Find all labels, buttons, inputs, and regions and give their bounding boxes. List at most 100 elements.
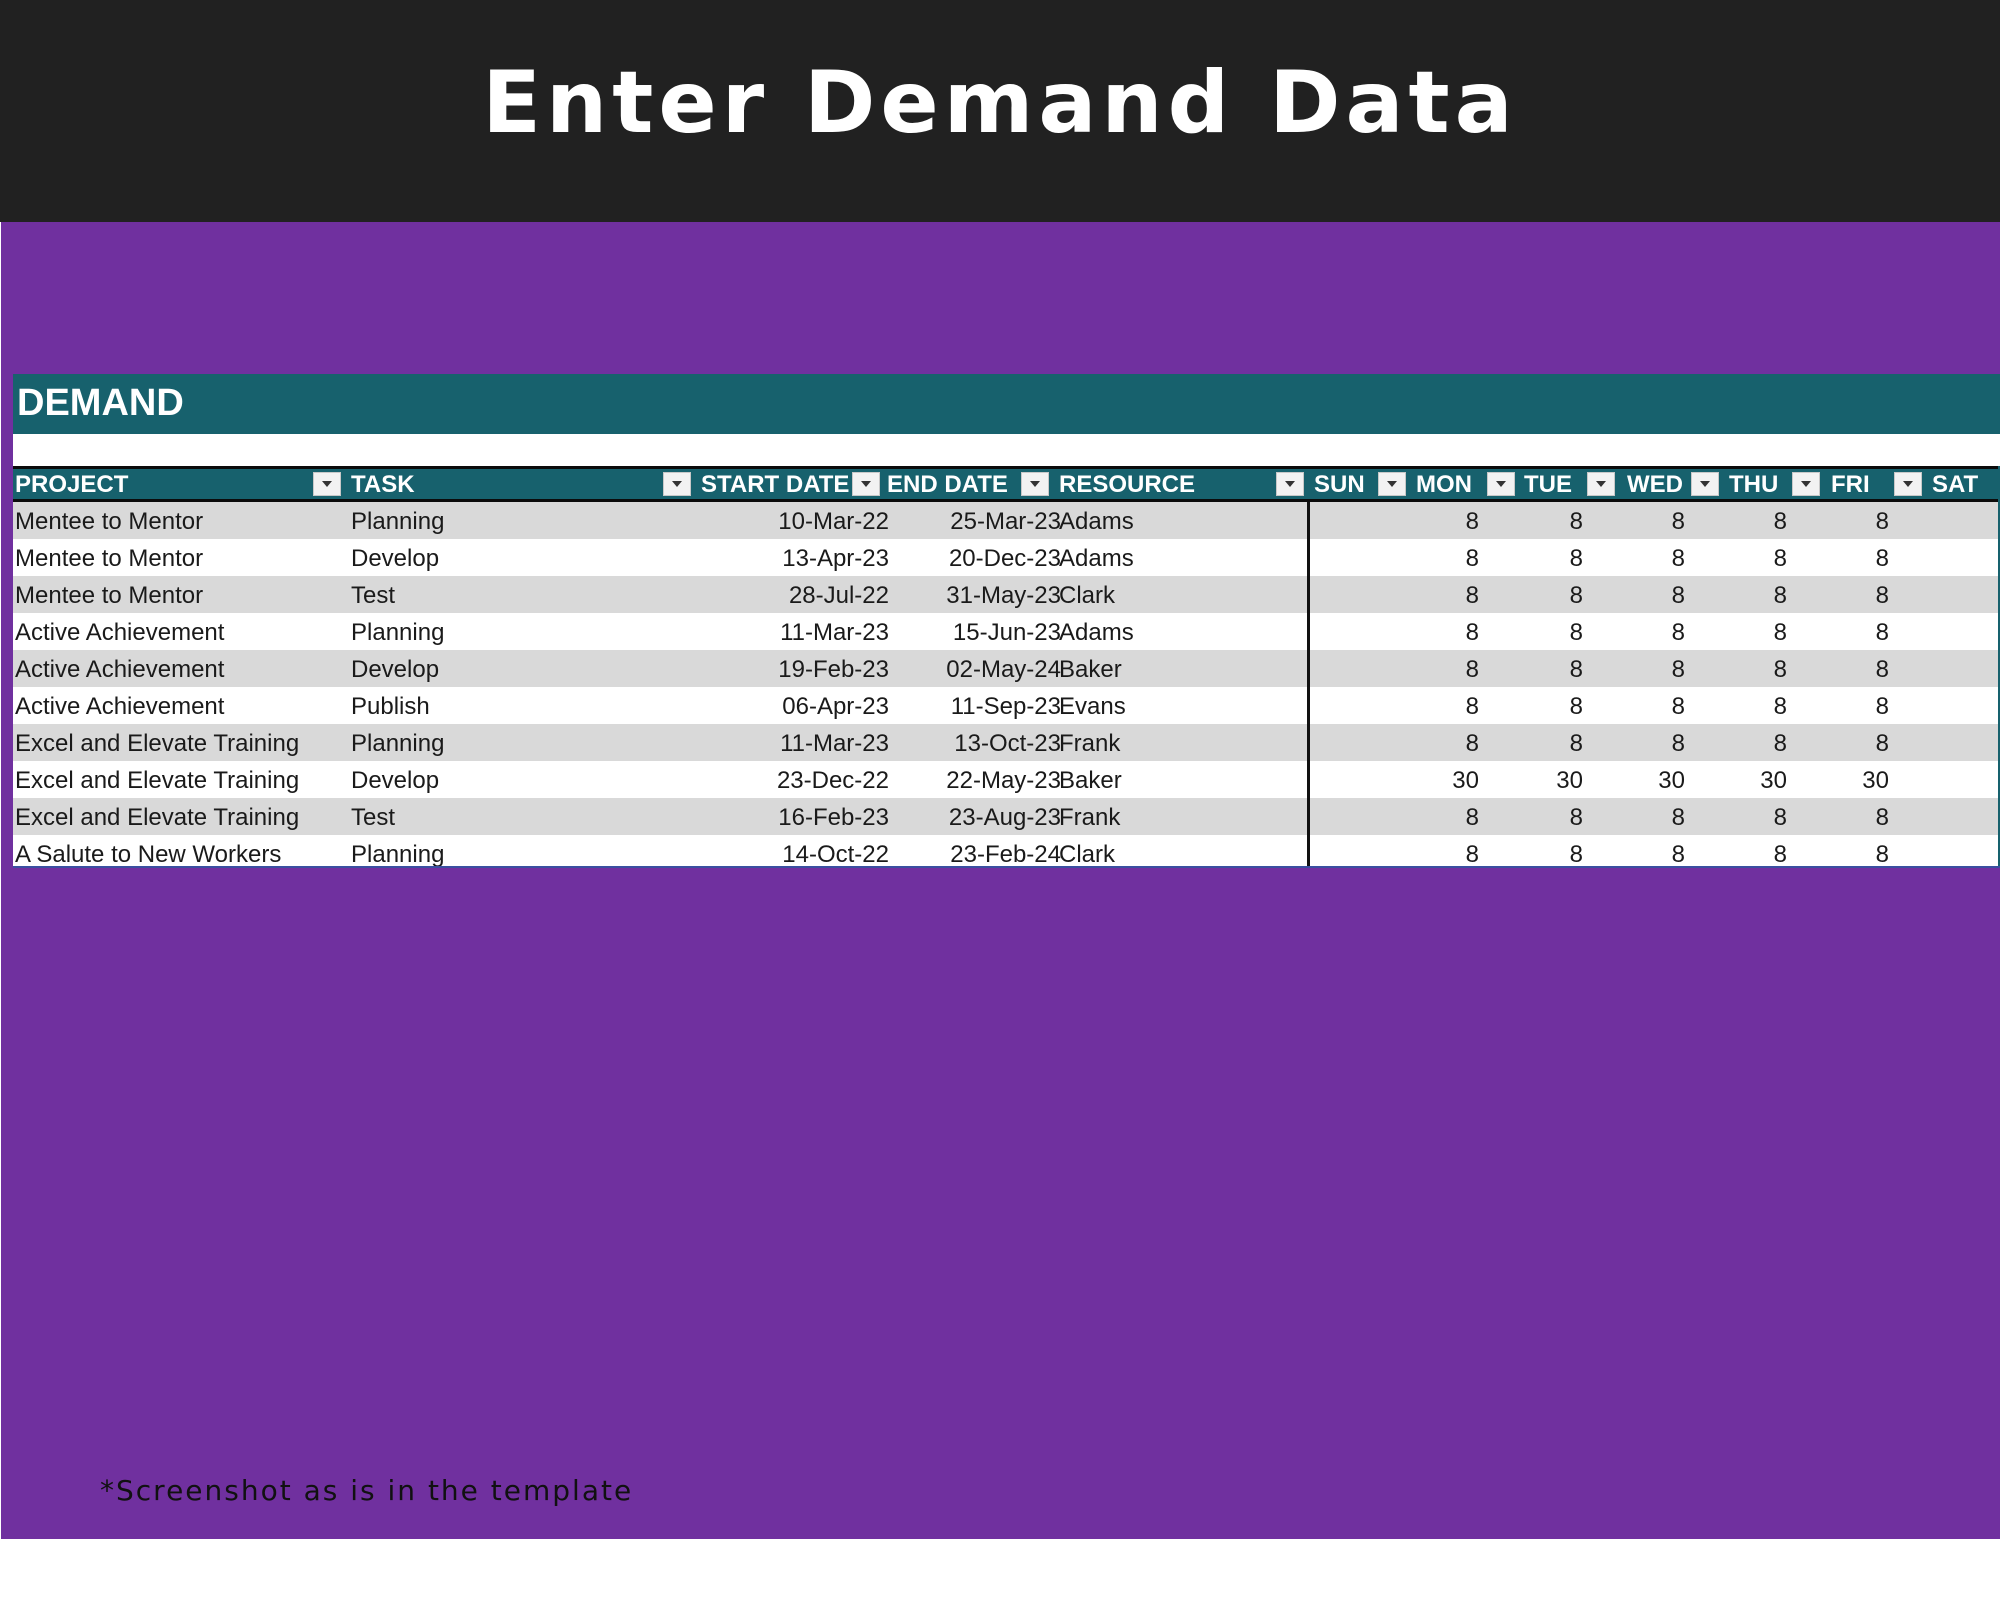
cell-sun[interactable] xyxy=(1313,539,1373,576)
filter-dropdown-mon[interactable] xyxy=(1487,472,1515,496)
cell-fri[interactable]: 8 xyxy=(1813,687,1889,724)
cell-task[interactable]: Test xyxy=(351,798,691,835)
header-project[interactable]: PROJECT xyxy=(15,469,128,499)
cell-resource[interactable]: Frank xyxy=(1059,724,1299,761)
filter-dropdown-thu[interactable] xyxy=(1792,472,1820,496)
filter-dropdown-start-date[interactable] xyxy=(852,472,880,496)
header-mon[interactable]: MON xyxy=(1416,469,1472,499)
cell-end-date[interactable]: 02-May-24 xyxy=(893,650,1061,687)
cell-project[interactable]: A Salute to New Workers xyxy=(15,835,345,868)
filter-dropdown-wed[interactable] xyxy=(1691,472,1719,496)
cell-tue[interactable]: 8 xyxy=(1513,835,1583,868)
header-end-date[interactable]: END DATE xyxy=(887,469,1008,499)
cell-start-date[interactable]: 13-Apr-23 xyxy=(693,539,889,576)
cell-project[interactable]: Mentee to Mentor xyxy=(15,502,345,539)
cell-resource[interactable]: Adams xyxy=(1059,502,1299,539)
cell-thu[interactable]: 30 xyxy=(1713,761,1787,798)
cell-project[interactable]: Mentee to Mentor xyxy=(15,539,345,576)
cell-sat[interactable] xyxy=(1913,613,1983,650)
cell-fri[interactable]: 8 xyxy=(1813,724,1889,761)
header-start-date[interactable]: START DATE xyxy=(701,469,849,499)
cell-end-date[interactable]: 23-Feb-24 xyxy=(893,835,1061,868)
cell-task[interactable]: Publish xyxy=(351,687,691,724)
cell-fri[interactable]: 30 xyxy=(1813,761,1889,798)
cell-thu[interactable]: 8 xyxy=(1713,539,1787,576)
cell-sun[interactable] xyxy=(1313,687,1373,724)
cell-sat[interactable] xyxy=(1913,687,1983,724)
cell-tue[interactable]: 8 xyxy=(1513,539,1583,576)
filter-dropdown-project[interactable] xyxy=(313,472,341,496)
cell-thu[interactable]: 8 xyxy=(1713,613,1787,650)
cell-start-date[interactable]: 23-Dec-22 xyxy=(693,761,889,798)
cell-resource[interactable]: Clark xyxy=(1059,835,1299,868)
cell-fri[interactable]: 8 xyxy=(1813,798,1889,835)
cell-wed[interactable]: 8 xyxy=(1613,539,1685,576)
cell-sat[interactable] xyxy=(1913,502,1983,539)
cell-sat[interactable] xyxy=(1913,576,1983,613)
cell-sat[interactable] xyxy=(1913,835,1983,868)
header-thu[interactable]: THU xyxy=(1729,469,1778,499)
cell-tue[interactable]: 8 xyxy=(1513,687,1583,724)
cell-tue[interactable]: 30 xyxy=(1513,761,1583,798)
header-task[interactable]: TASK xyxy=(351,469,415,499)
cell-project[interactable]: Mentee to Mentor xyxy=(15,576,345,613)
cell-start-date[interactable]: 10-Mar-22 xyxy=(693,502,889,539)
cell-end-date[interactable]: 22-May-23 xyxy=(893,761,1061,798)
cell-mon[interactable]: 8 xyxy=(1413,798,1479,835)
cell-resource[interactable]: Adams xyxy=(1059,539,1299,576)
cell-end-date[interactable]: 31-May-23 xyxy=(893,576,1061,613)
cell-resource[interactable]: Adams xyxy=(1059,613,1299,650)
cell-fri[interactable]: 8 xyxy=(1813,835,1889,868)
cell-project[interactable]: Excel and Elevate Training xyxy=(15,798,345,835)
cell-wed[interactable]: 8 xyxy=(1613,502,1685,539)
cell-thu[interactable]: 8 xyxy=(1713,576,1787,613)
cell-project[interactable]: Active Achievement xyxy=(15,650,345,687)
cell-task[interactable]: Planning xyxy=(351,724,691,761)
cell-wed[interactable]: 8 xyxy=(1613,687,1685,724)
cell-mon[interactable]: 8 xyxy=(1413,539,1479,576)
header-sat[interactable]: SAT xyxy=(1932,469,1978,499)
cell-resource[interactable]: Evans xyxy=(1059,687,1299,724)
cell-task[interactable]: Planning xyxy=(351,502,691,539)
cell-sat[interactable] xyxy=(1913,650,1983,687)
cell-end-date[interactable]: 15-Jun-23 xyxy=(893,613,1061,650)
cell-wed[interactable]: 30 xyxy=(1613,761,1685,798)
cell-task[interactable]: Develop xyxy=(351,761,691,798)
cell-thu[interactable]: 8 xyxy=(1713,724,1787,761)
cell-wed[interactable]: 8 xyxy=(1613,576,1685,613)
cell-sun[interactable] xyxy=(1313,502,1373,539)
cell-mon[interactable]: 8 xyxy=(1413,502,1479,539)
cell-end-date[interactable]: 23-Aug-23 xyxy=(893,798,1061,835)
cell-tue[interactable]: 8 xyxy=(1513,576,1583,613)
cell-sat[interactable] xyxy=(1913,761,1983,798)
cell-mon[interactable]: 8 xyxy=(1413,724,1479,761)
cell-wed[interactable]: 8 xyxy=(1613,724,1685,761)
cell-sat[interactable] xyxy=(1913,539,1983,576)
cell-mon[interactable]: 8 xyxy=(1413,687,1479,724)
cell-fri[interactable]: 8 xyxy=(1813,502,1889,539)
header-tue[interactable]: TUE xyxy=(1524,469,1572,499)
cell-task[interactable]: Develop xyxy=(351,539,691,576)
cell-start-date[interactable]: 06-Apr-23 xyxy=(693,687,889,724)
cell-resource[interactable]: Baker xyxy=(1059,650,1299,687)
cell-end-date[interactable]: 11-Sep-23 xyxy=(893,687,1061,724)
cell-resource[interactable]: Frank xyxy=(1059,798,1299,835)
cell-sat[interactable] xyxy=(1913,798,1983,835)
cell-project[interactable]: Excel and Elevate Training xyxy=(15,724,345,761)
cell-sun[interactable] xyxy=(1313,650,1373,687)
filter-dropdown-sun[interactable] xyxy=(1378,472,1406,496)
cell-start-date[interactable]: 19-Feb-23 xyxy=(693,650,889,687)
cell-sun[interactable] xyxy=(1313,835,1373,868)
cell-thu[interactable]: 8 xyxy=(1713,502,1787,539)
cell-tue[interactable]: 8 xyxy=(1513,650,1583,687)
header-fri[interactable]: FRI xyxy=(1831,469,1870,499)
cell-fri[interactable]: 8 xyxy=(1813,576,1889,613)
filter-dropdown-end-date[interactable] xyxy=(1021,472,1049,496)
cell-sun[interactable] xyxy=(1313,798,1373,835)
cell-resource[interactable]: Clark xyxy=(1059,576,1299,613)
cell-tue[interactable]: 8 xyxy=(1513,798,1583,835)
cell-project[interactable]: Excel and Elevate Training xyxy=(15,761,345,798)
cell-thu[interactable]: 8 xyxy=(1713,835,1787,868)
cell-tue[interactable]: 8 xyxy=(1513,502,1583,539)
cell-wed[interactable]: 8 xyxy=(1613,613,1685,650)
